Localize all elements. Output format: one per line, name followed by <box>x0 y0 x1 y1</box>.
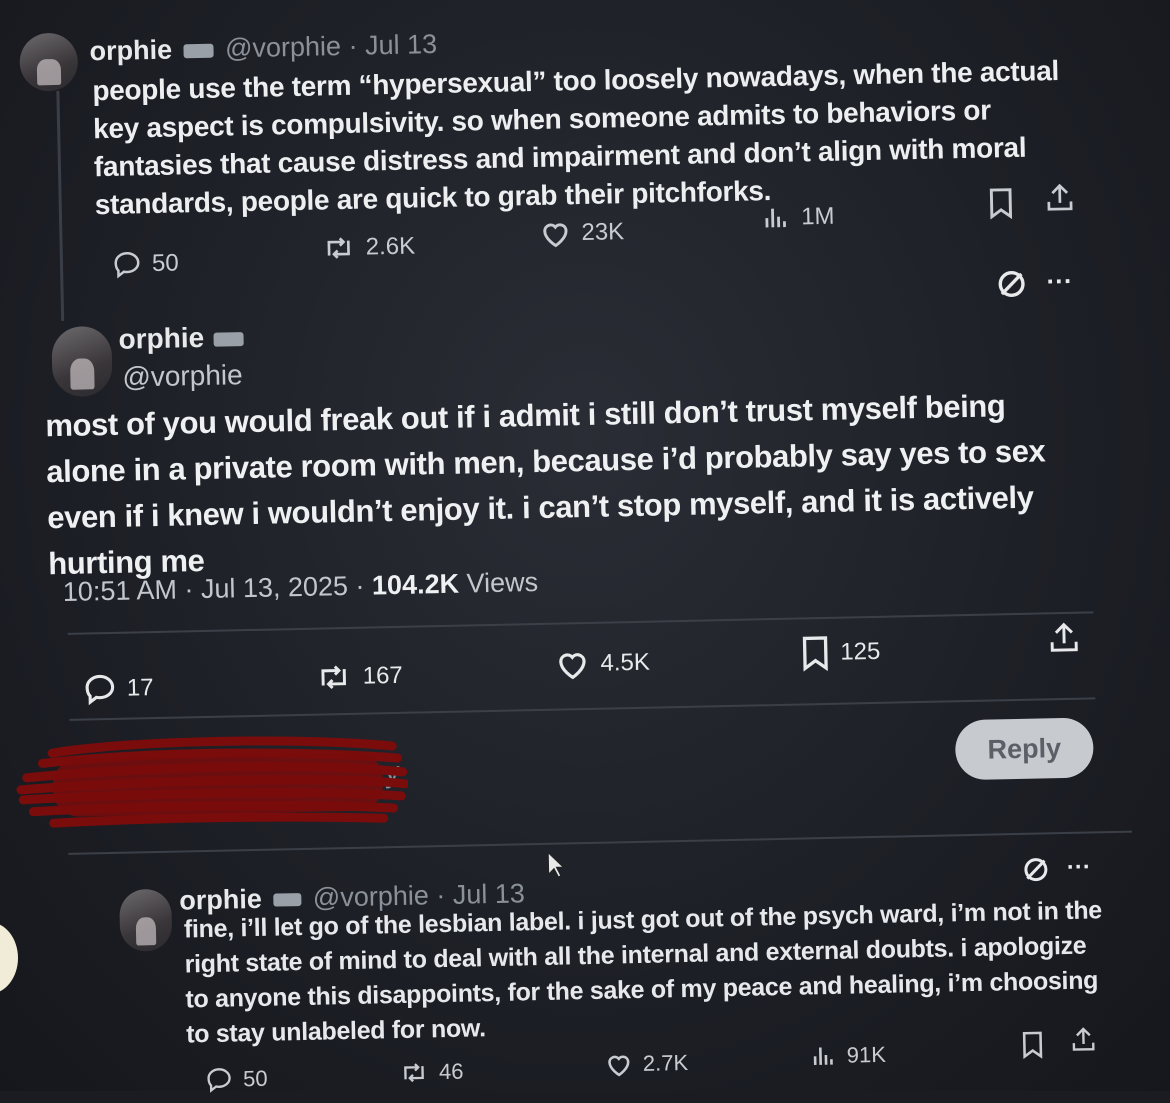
post1-views-button[interactable]: 1M <box>761 203 835 233</box>
post1-reply-button[interactable]: 50 <box>112 248 179 279</box>
repost-icon <box>327 237 350 259</box>
repost-icon <box>321 665 347 690</box>
post3-reply-count: 50 <box>242 1065 268 1092</box>
post2-like-count: 4.5K <box>600 648 651 677</box>
divider <box>69 697 1096 721</box>
bookmark-icon <box>802 636 828 672</box>
post3-not-interested-button[interactable] <box>1021 854 1052 885</box>
post2-handle[interactable]: @vorphie <box>122 359 243 394</box>
post2-text: most of you would freak out if i admit i… <box>45 388 1046 582</box>
post1-like-button[interactable]: 23K <box>539 217 624 249</box>
post3-repost-count: 46 <box>438 1058 464 1085</box>
post3-view-count: 91K <box>846 1041 887 1068</box>
post1-share-button[interactable] <box>1044 182 1075 215</box>
post2-like-button[interactable]: 4.5K <box>554 647 650 681</box>
post2-display-name[interactable]: orphie <box>118 322 204 355</box>
post2-share-button[interactable] <box>1048 620 1081 657</box>
post3-share-button[interactable] <box>1070 1025 1097 1054</box>
post3-text: fine, i’ll let go of the lesbian label. … <box>183 896 1103 1049</box>
post3-repost-button[interactable]: 46 <box>399 1059 464 1086</box>
post2-views-label: Views <box>458 566 539 599</box>
more-options-button[interactable]: ··· <box>1046 266 1073 298</box>
post3-like-button[interactable]: 2.7K <box>605 1050 689 1078</box>
views-chart-icon <box>765 208 786 228</box>
more-dots-icon: ··· <box>1046 265 1073 297</box>
post2-timestamp[interactable]: 10:51 AM · Jul 13, 2025 · <box>63 570 373 607</box>
divider <box>68 830 1133 855</box>
post2-bookmark-count: 125 <box>840 637 881 666</box>
thread-line <box>56 90 65 321</box>
post3-more-options-button[interactable]: ··· <box>1067 853 1092 881</box>
post1-date[interactable]: · Jul 13 <box>348 29 437 61</box>
post1-view-count: 1M <box>800 202 835 231</box>
screen-photo: orphie @vorphie · Jul 13 people use the … <box>0 0 1170 1094</box>
heart-icon <box>559 653 586 680</box>
verified-badge-icon <box>213 331 245 347</box>
heart-icon <box>543 223 568 248</box>
mouse-cursor-icon <box>547 850 566 879</box>
post3-bookmark-button[interactable] <box>1020 1030 1045 1059</box>
bookmark-icon <box>989 188 1013 220</box>
post1-repost-count: 2.6K <box>365 232 416 261</box>
not-interested-button[interactable] <box>994 267 1029 302</box>
reply-button[interactable]: Reply <box>954 717 1094 781</box>
avatar[interactable] <box>19 32 79 92</box>
post1-reply-count: 50 <box>151 249 179 278</box>
post2-display-name-row: orphie <box>118 321 245 356</box>
reply-icon <box>85 674 115 706</box>
post3-like-count: 2.7K <box>642 1049 689 1076</box>
more-dots-icon: ··· <box>1066 853 1092 881</box>
share-icon <box>1072 1027 1095 1051</box>
grok-slash-icon <box>1024 858 1048 882</box>
reply-icon <box>114 252 140 279</box>
post2-repost-button[interactable]: 167 <box>314 660 403 694</box>
post2-reply-count: 17 <box>126 674 154 702</box>
repost-icon <box>404 1063 424 1083</box>
verified-badge-icon <box>183 43 214 59</box>
post2-bookmark-button[interactable]: 125 <box>800 634 881 672</box>
heart-icon <box>608 1055 630 1077</box>
reply-icon <box>207 1068 231 1093</box>
post2-repost-count: 167 <box>362 661 404 690</box>
post1-display-name[interactable]: orphie <box>89 35 172 67</box>
post1-repost-button[interactable]: 2.6K <box>321 231 415 263</box>
redaction-scribble <box>16 736 409 828</box>
post3-views-button[interactable]: 91K <box>810 1042 886 1070</box>
post1-like-count: 23K <box>581 218 625 247</box>
post1-text: people use the term “hypersexual” too lo… <box>92 54 1060 221</box>
verified-badge-icon <box>273 893 302 907</box>
post1-handle[interactable]: @vorphie <box>225 31 342 63</box>
post2-reply-button[interactable]: 17 <box>83 671 154 706</box>
post2-views-count: 104.2K <box>371 568 460 601</box>
post1-header: orphie @vorphie · Jul 13 <box>89 29 437 67</box>
views-chart-icon <box>813 1047 833 1065</box>
post1-bookmark-button[interactable] <box>987 187 1016 220</box>
avatar[interactable] <box>119 888 173 952</box>
bookmark-icon <box>1022 1031 1043 1059</box>
grok-slash-icon <box>998 270 1025 298</box>
avatar[interactable] <box>51 325 113 398</box>
share-icon <box>1047 183 1073 211</box>
post3-reply-button[interactable]: 50 <box>205 1065 268 1094</box>
divider <box>67 611 1094 635</box>
share-icon <box>1050 622 1078 652</box>
